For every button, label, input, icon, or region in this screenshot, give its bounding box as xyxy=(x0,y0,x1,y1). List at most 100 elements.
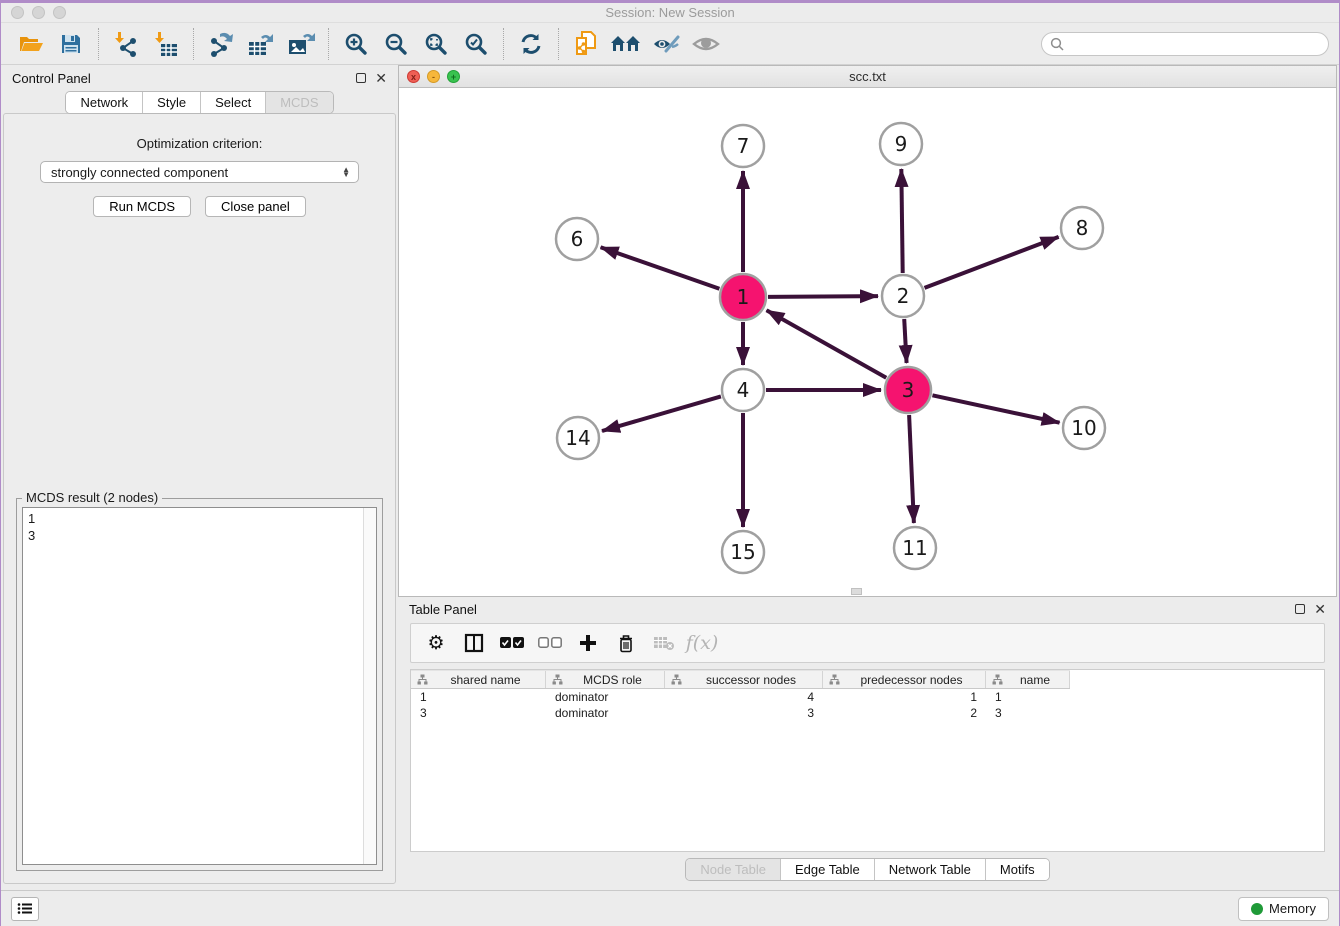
node-label: 10 xyxy=(1071,416,1096,440)
node-1[interactable]: 1 xyxy=(720,274,766,320)
zoom-in-button[interactable] xyxy=(336,27,376,61)
refresh-button[interactable] xyxy=(511,27,551,61)
column-header-MCDS-role[interactable]: MCDS role xyxy=(546,671,665,688)
node-15[interactable]: 15 xyxy=(722,531,764,573)
node-8[interactable]: 8 xyxy=(1061,207,1103,249)
column-header-shared-name[interactable]: shared name xyxy=(411,671,546,688)
tab-edge-table[interactable]: Edge Table xyxy=(781,859,875,880)
export-table-button[interactable] xyxy=(241,27,281,61)
search-icon xyxy=(1050,37,1064,51)
float-panel-icon[interactable] xyxy=(356,73,366,83)
export-network-icon xyxy=(208,31,234,57)
column-header-name[interactable]: name xyxy=(986,671,1070,688)
control-panel-tabs: NetworkStyleSelectMCDS xyxy=(65,91,333,114)
zoom-fit-icon xyxy=(424,32,448,56)
export-image-button[interactable] xyxy=(281,27,321,61)
clone-network-button[interactable] xyxy=(566,27,606,61)
tab-network[interactable]: Network xyxy=(66,92,143,113)
node-6[interactable]: 6 xyxy=(556,218,598,260)
list-icon xyxy=(17,902,33,915)
function-builder-button-disabled[interactable]: f(x) xyxy=(685,627,719,659)
column-header-successor-nodes[interactable]: successor nodes xyxy=(665,671,823,688)
zoom-selected-button[interactable] xyxy=(456,27,496,61)
float-table-panel-icon[interactable] xyxy=(1295,604,1305,614)
save-session-button[interactable] xyxy=(51,27,91,61)
close-panel-button[interactable]: Close panel xyxy=(205,196,306,217)
network-canvas[interactable]: 7 9 6 8 1 2 4 3 14 10 15 11 xyxy=(399,88,1336,596)
export-network-button[interactable] xyxy=(201,27,241,61)
tab-node-table[interactable]: Node Table xyxy=(686,859,781,880)
table-cell: 1 xyxy=(411,690,546,704)
node-14[interactable]: 14 xyxy=(557,417,599,459)
edge-3-10[interactable] xyxy=(932,395,1059,422)
node-11[interactable]: 11 xyxy=(894,527,936,569)
column-selector-button[interactable] xyxy=(457,627,491,659)
table-header-row: shared nameMCDS rolesuccessor nodesprede… xyxy=(411,670,1070,689)
edge-2-3[interactable] xyxy=(904,319,906,363)
node-2[interactable]: 2 xyxy=(882,275,924,317)
result-scrollbar[interactable] xyxy=(363,508,376,864)
node-label: 2 xyxy=(897,284,910,308)
edge-2-8[interactable] xyxy=(925,237,1059,288)
zoom-fit-button[interactable] xyxy=(416,27,456,61)
toolbar-separator xyxy=(98,28,99,60)
network-minimize-button[interactable]: - xyxy=(427,70,440,83)
table-cell: 3 xyxy=(665,706,823,720)
node-10[interactable]: 10 xyxy=(1063,407,1105,449)
table-row[interactable]: 3dominator323 xyxy=(411,705,1070,721)
edge-1-6[interactable] xyxy=(601,247,720,289)
close-panel-icon[interactable]: ✕ xyxy=(375,73,387,83)
networks-home-button[interactable] xyxy=(606,27,646,61)
select-all-button[interactable] xyxy=(495,627,529,659)
table-row[interactable]: 1dominator411 xyxy=(411,689,1070,705)
node-label: 8 xyxy=(1076,216,1089,240)
tab-mcds[interactable]: MCDS xyxy=(266,92,332,113)
delete-table-icon xyxy=(653,635,675,651)
mcds-result-group: MCDS result (2 nodes) 13 xyxy=(16,498,383,871)
search-field[interactable] xyxy=(1041,32,1329,56)
network-close-button[interactable]: x xyxy=(407,70,420,83)
optimization-criterion-select[interactable]: strongly connected component ▲▼ xyxy=(40,161,359,183)
node-4[interactable]: 4 xyxy=(722,369,764,411)
mcds-result-area[interactable]: 13 xyxy=(22,507,377,865)
open-session-button[interactable] xyxy=(11,27,51,61)
edge-3-1[interactable] xyxy=(767,310,887,377)
titlebar: Session: New Session xyxy=(1,3,1339,23)
control-panel-title: Control Panel xyxy=(12,71,356,86)
edge-3-11[interactable] xyxy=(909,415,914,523)
task-history-button[interactable] xyxy=(11,897,39,921)
node-3[interactable]: 3 xyxy=(885,367,931,413)
edge-2-9[interactable] xyxy=(901,169,902,273)
import-table-button[interactable] xyxy=(146,27,186,61)
run-mcds-button[interactable]: Run MCDS xyxy=(93,196,191,217)
tab-motifs[interactable]: Motifs xyxy=(986,859,1049,880)
show-hide-panel-button[interactable] xyxy=(646,27,686,61)
select-stepper-icon: ▲▼ xyxy=(342,167,350,177)
search-input[interactable] xyxy=(1069,37,1320,51)
add-column-button[interactable] xyxy=(571,627,605,659)
close-table-panel-icon[interactable]: ✕ xyxy=(1314,604,1326,614)
import-network-button[interactable] xyxy=(106,27,146,61)
open-folder-icon xyxy=(18,33,44,55)
result-line: 3 xyxy=(28,527,358,544)
table-cell: dominator xyxy=(546,706,665,720)
tab-select[interactable]: Select xyxy=(201,92,266,113)
node-9[interactable]: 9 xyxy=(880,123,922,165)
network-zoom-button[interactable]: + xyxy=(447,70,460,83)
node-label: 6 xyxy=(571,227,584,251)
node-7[interactable]: 7 xyxy=(722,125,764,167)
mcds-panel: Optimization criterion: strongly connect… xyxy=(3,113,396,884)
zoom-out-button[interactable] xyxy=(376,27,416,61)
column-header-predecessor-nodes[interactable]: predecessor nodes xyxy=(823,671,986,688)
tab-network-table[interactable]: Network Table xyxy=(875,859,986,880)
table-settings-button[interactable]: ⚙ xyxy=(419,627,453,659)
preview-eye-button[interactable] xyxy=(686,27,726,61)
delete-column-button[interactable] xyxy=(609,627,643,659)
edge-4-14[interactable] xyxy=(602,396,721,431)
deselect-all-button[interactable] xyxy=(533,627,567,659)
delete-table-button-disabled[interactable] xyxy=(647,627,681,659)
memory-button[interactable]: Memory xyxy=(1238,897,1329,921)
tab-style[interactable]: Style xyxy=(143,92,201,113)
gray-eye-icon xyxy=(692,34,720,54)
edge-1-2[interactable] xyxy=(768,296,878,297)
